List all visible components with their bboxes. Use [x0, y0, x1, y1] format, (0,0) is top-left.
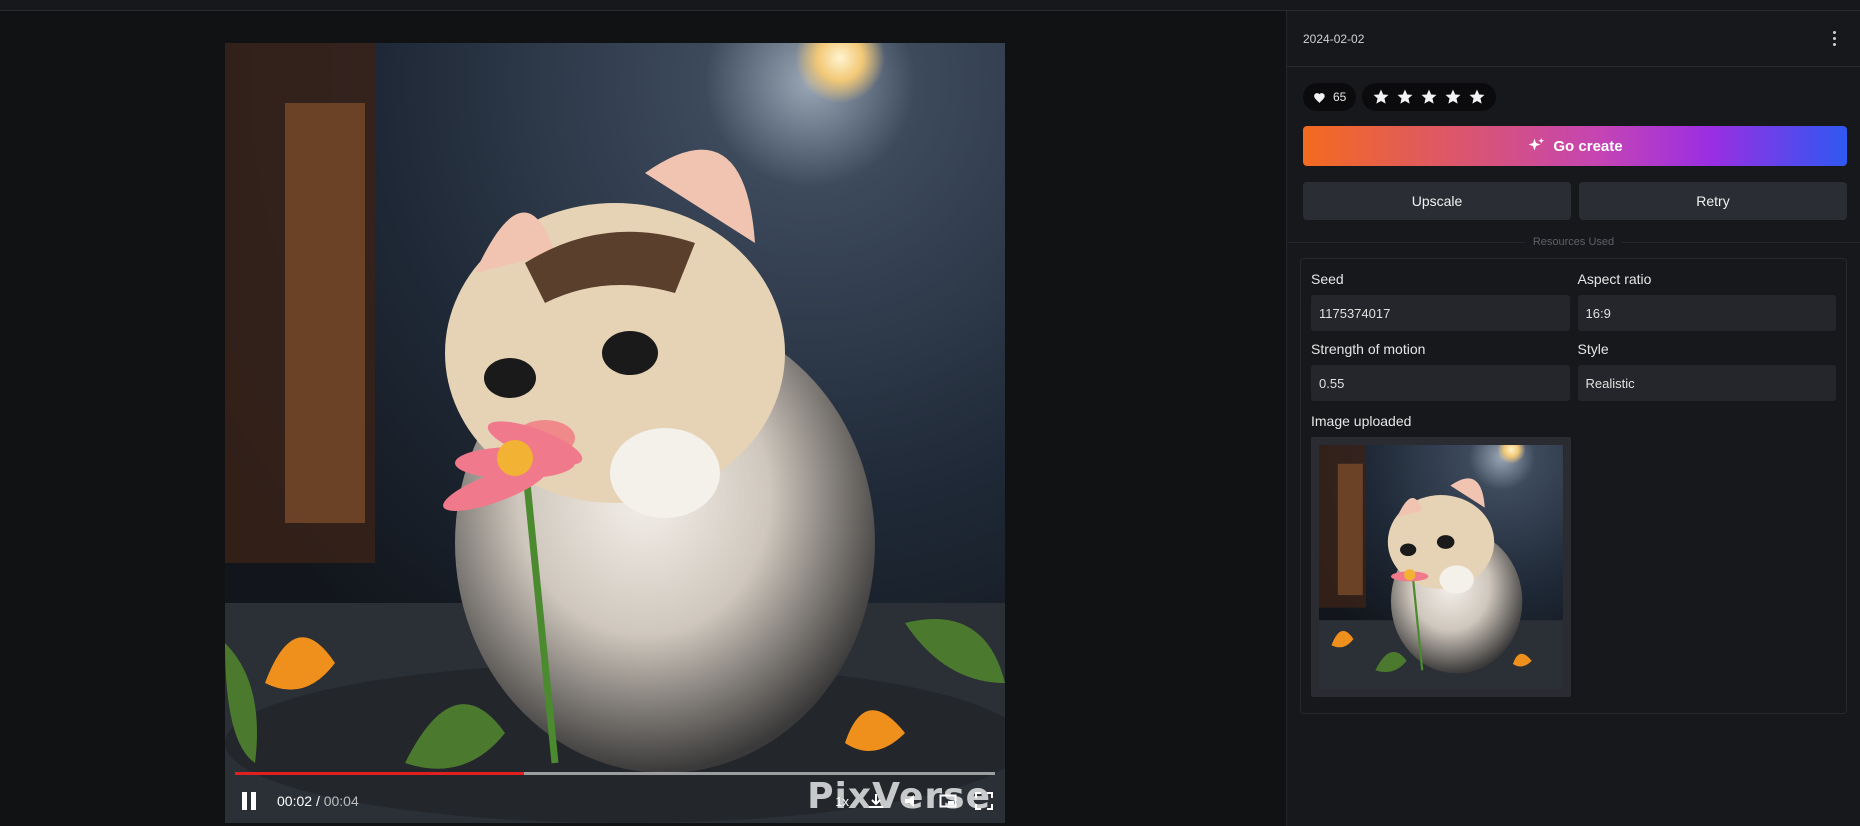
- time-separator: /: [315, 793, 320, 809]
- time-display: 00:02 / 00:04: [277, 793, 359, 809]
- top-bar: [0, 0, 1860, 11]
- fullscreen-icon[interactable]: [975, 792, 993, 810]
- creation-date: 2024-02-02: [1303, 31, 1365, 46]
- more-vertical-icon[interactable]: [1824, 27, 1844, 51]
- star-list: [1372, 88, 1486, 106]
- uploaded-image-preview: [1319, 445, 1563, 689]
- image-uploaded-label: Image uploaded: [1311, 413, 1412, 429]
- like-button[interactable]: 65: [1303, 83, 1357, 111]
- right-controls: 1x: [835, 792, 993, 810]
- pip-icon[interactable]: [939, 792, 957, 810]
- go-create-label: Go create: [1553, 137, 1623, 155]
- star-icon[interactable]: [1420, 88, 1438, 106]
- details-panel: 2024-02-02 65 Go create Upscale Retry Re…: [1286, 11, 1860, 826]
- aspect-ratio-field: Aspect ratio 16:9: [1577, 271, 1836, 331]
- motion-strength-label: Strength of motion: [1311, 341, 1426, 357]
- uploaded-image[interactable]: [1311, 437, 1571, 697]
- motion-strength-field: Strength of motion 0.55: [1311, 341, 1570, 401]
- resources-box: Seed 1175374017 Aspect ratio 16:9 Streng…: [1300, 258, 1847, 714]
- pause-icon[interactable]: [237, 789, 261, 813]
- section-label: Resources Used: [1524, 236, 1623, 248]
- video-frame: [225, 43, 1005, 823]
- rating[interactable]: [1362, 83, 1497, 111]
- upscale-button[interactable]: Upscale: [1303, 182, 1571, 220]
- motion-strength-value: 0.55: [1311, 365, 1570, 401]
- duration: 00:04: [323, 793, 359, 809]
- seed-field: Seed 1175374017: [1311, 271, 1570, 331]
- style-value: Realistic: [1577, 365, 1836, 401]
- volume-icon[interactable]: [903, 792, 921, 810]
- seed-value: 1175374017: [1311, 295, 1570, 331]
- progress-fill: [235, 772, 524, 775]
- download-icon[interactable]: [867, 792, 885, 810]
- go-create-button[interactable]: Go create: [1303, 126, 1847, 166]
- heart-icon: [1314, 92, 1325, 103]
- star-icon[interactable]: [1396, 88, 1414, 106]
- style-field: Style Realistic: [1577, 341, 1836, 401]
- sparkle-icon: [1528, 137, 1545, 151]
- like-count: 65: [1333, 90, 1347, 104]
- player-controls: 00:02 / 00:04 1x: [225, 779, 1005, 823]
- video-player[interactable]: PixVerse 00:02 / 00:04 1x: [225, 43, 1005, 823]
- progress-bar[interactable]: [235, 772, 995, 775]
- reactions-row: 65: [1287, 67, 1860, 111]
- style-label: Style: [1577, 341, 1609, 357]
- section-divider: Resources Used: [1287, 236, 1860, 248]
- star-icon[interactable]: [1444, 88, 1462, 106]
- seed-label: Seed: [1311, 271, 1344, 287]
- retry-button[interactable]: Retry: [1579, 182, 1847, 220]
- resources-grid: Seed 1175374017 Aspect ratio 16:9 Streng…: [1311, 271, 1836, 401]
- aspect-ratio-label: Aspect ratio: [1577, 271, 1652, 287]
- playback-speed[interactable]: 1x: [835, 794, 849, 809]
- star-icon[interactable]: [1468, 88, 1486, 106]
- main-area: PixVerse 00:02 / 00:04 1x: [0, 11, 1286, 826]
- action-buttons: Upscale Retry: [1303, 182, 1847, 220]
- star-icon[interactable]: [1372, 88, 1390, 106]
- panel-header: 2024-02-02: [1287, 11, 1860, 67]
- current-time: 00:02: [277, 793, 313, 809]
- aspect-ratio-value: 16:9: [1577, 295, 1836, 331]
